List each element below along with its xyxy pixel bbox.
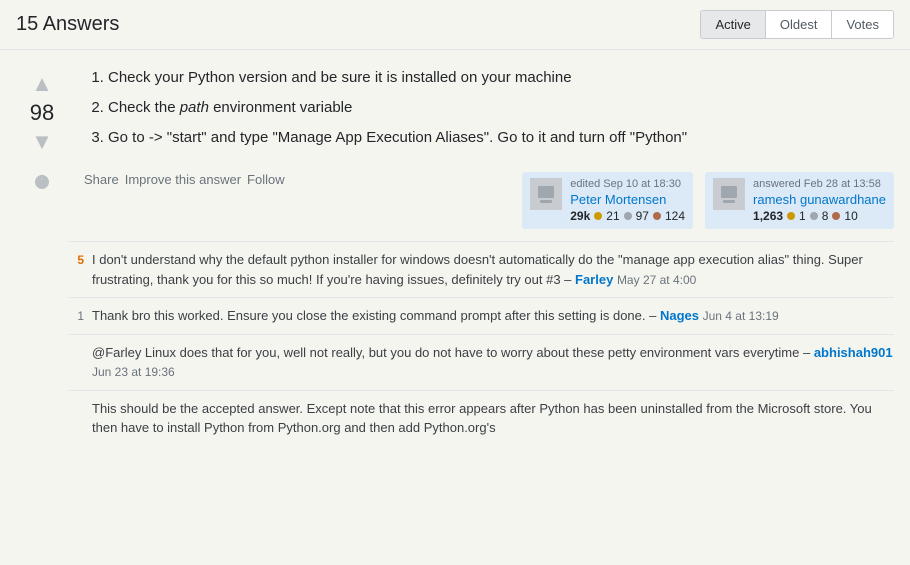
page-container: 15 Answers Active Oldest Votes ▲ 98 ▼ [0, 0, 910, 438]
comment-2-time: Jun 4 at 13:19 [703, 309, 779, 323]
share-link[interactable]: Share [84, 172, 119, 187]
sort-tab-oldest[interactable]: Oldest [766, 11, 833, 38]
comment-3-time: Jun 23 at 19:36 [92, 365, 175, 379]
comment-3-vote [68, 343, 84, 344]
vote-column: ▲ 98 ▼ [16, 66, 68, 241]
answerer-bronze-badge [832, 212, 840, 220]
answerer-silver-badge [810, 212, 818, 220]
comment-3-user[interactable]: abhishah901 [814, 345, 893, 360]
editor-bronze-count: 124 [665, 209, 685, 223]
editor-name[interactable]: Peter Mortensen [570, 192, 685, 207]
action-links: Share Improve this answer Follow [84, 172, 285, 187]
follow-link[interactable]: Follow [247, 172, 285, 187]
vote-up-button[interactable]: ▲ [24, 70, 60, 98]
comment-2: 1 Thank bro this worked. Ensure you clos… [68, 298, 894, 335]
action-bar: Share Improve this answer Follow edited … [84, 164, 894, 241]
answerer-info: answered Feb 28 at 13:58 ramesh gunaward… [753, 178, 886, 223]
answer-item-2: Check the path environment variable [108, 96, 894, 120]
comment-1-vote[interactable]: 5 [68, 250, 84, 269]
answerer-name[interactable]: ramesh gunawardhane [753, 192, 886, 207]
answers-title: 15 Answers [16, 13, 119, 36]
editor-gold-badge [594, 212, 602, 220]
answerer-rep: 1,263 [753, 209, 783, 223]
editor-action-label: edited Sep 10 at 18:30 [570, 178, 685, 190]
comment-3-body: @Farley Linux does that for you, well no… [92, 343, 894, 382]
answerer-action-label: answered Feb 28 at 13:58 [753, 178, 886, 190]
comment-4-body: This should be the accepted answer. Exce… [92, 399, 894, 438]
editor-gold-count: 21 [606, 209, 619, 223]
vote-count: 98 [30, 102, 54, 124]
comment-4-vote [68, 399, 84, 400]
improve-link[interactable]: Improve this answer [125, 172, 241, 187]
comment-1-body: I don't understand why the default pytho… [92, 250, 894, 289]
editor-silver-count: 97 [636, 209, 649, 223]
comment-3: @Farley Linux does that for you, well no… [68, 335, 894, 391]
downvote-icon: ▼ [31, 129, 53, 155]
sort-tab-votes[interactable]: Votes [832, 11, 893, 38]
answers-header: 15 Answers Active Oldest Votes [0, 0, 910, 50]
history-button[interactable] [28, 168, 56, 196]
answerer-gold-count: 1 [799, 209, 806, 223]
editor-card: edited Sep 10 at 18:30 Peter Mortensen 2… [522, 172, 693, 229]
comment-1: 5 I don't understand why the default pyt… [68, 242, 894, 298]
comment-4: This should be the accepted answer. Exce… [68, 391, 894, 438]
comment-2-body: Thank bro this worked. Ensure you close … [92, 306, 894, 326]
editor-avatar [530, 178, 562, 210]
answerer-rep-row: 1,263 1 8 10 [753, 209, 886, 223]
upvote-icon: ▲ [31, 71, 53, 97]
answer-item-1: Check your Python version and be sure it… [108, 66, 894, 90]
answerer-bronze-count: 10 [844, 209, 857, 223]
answerer-card: answered Feb 28 at 13:58 ramesh gunaward… [705, 172, 894, 229]
answerer-gold-badge [787, 212, 795, 220]
sort-tabs: Active Oldest Votes [700, 10, 894, 39]
comment-2-user[interactable]: Nages [660, 308, 699, 323]
comments-section: 5 I don't understand why the default pyt… [0, 242, 910, 438]
comment-2-vote[interactable]: 1 [68, 306, 84, 325]
user-cards: edited Sep 10 at 18:30 Peter Mortensen 2… [522, 172, 894, 229]
vote-down-button[interactable]: ▼ [24, 128, 60, 156]
answer-body: Check your Python version and be sure it… [84, 66, 894, 150]
answer-item-3: Go to -> "start" and type "Manage App Ex… [108, 126, 894, 150]
answerer-avatar [713, 178, 745, 210]
editor-rep-row: 29k 21 97 124 [570, 209, 685, 223]
answerer-silver-count: 8 [822, 209, 829, 223]
answer-block: ▲ 98 ▼ Check your Python version and be … [0, 50, 910, 241]
editor-bronze-badge [653, 212, 661, 220]
answer-content: Check your Python version and be sure it… [68, 66, 894, 241]
editor-silver-badge [624, 212, 632, 220]
sort-tab-active[interactable]: Active [701, 11, 765, 38]
editor-info: edited Sep 10 at 18:30 Peter Mortensen 2… [570, 178, 685, 223]
editor-rep: 29k [570, 209, 590, 223]
comment-1-user[interactable]: Farley [575, 272, 613, 287]
comment-1-time: May 27 at 4:00 [617, 273, 696, 287]
